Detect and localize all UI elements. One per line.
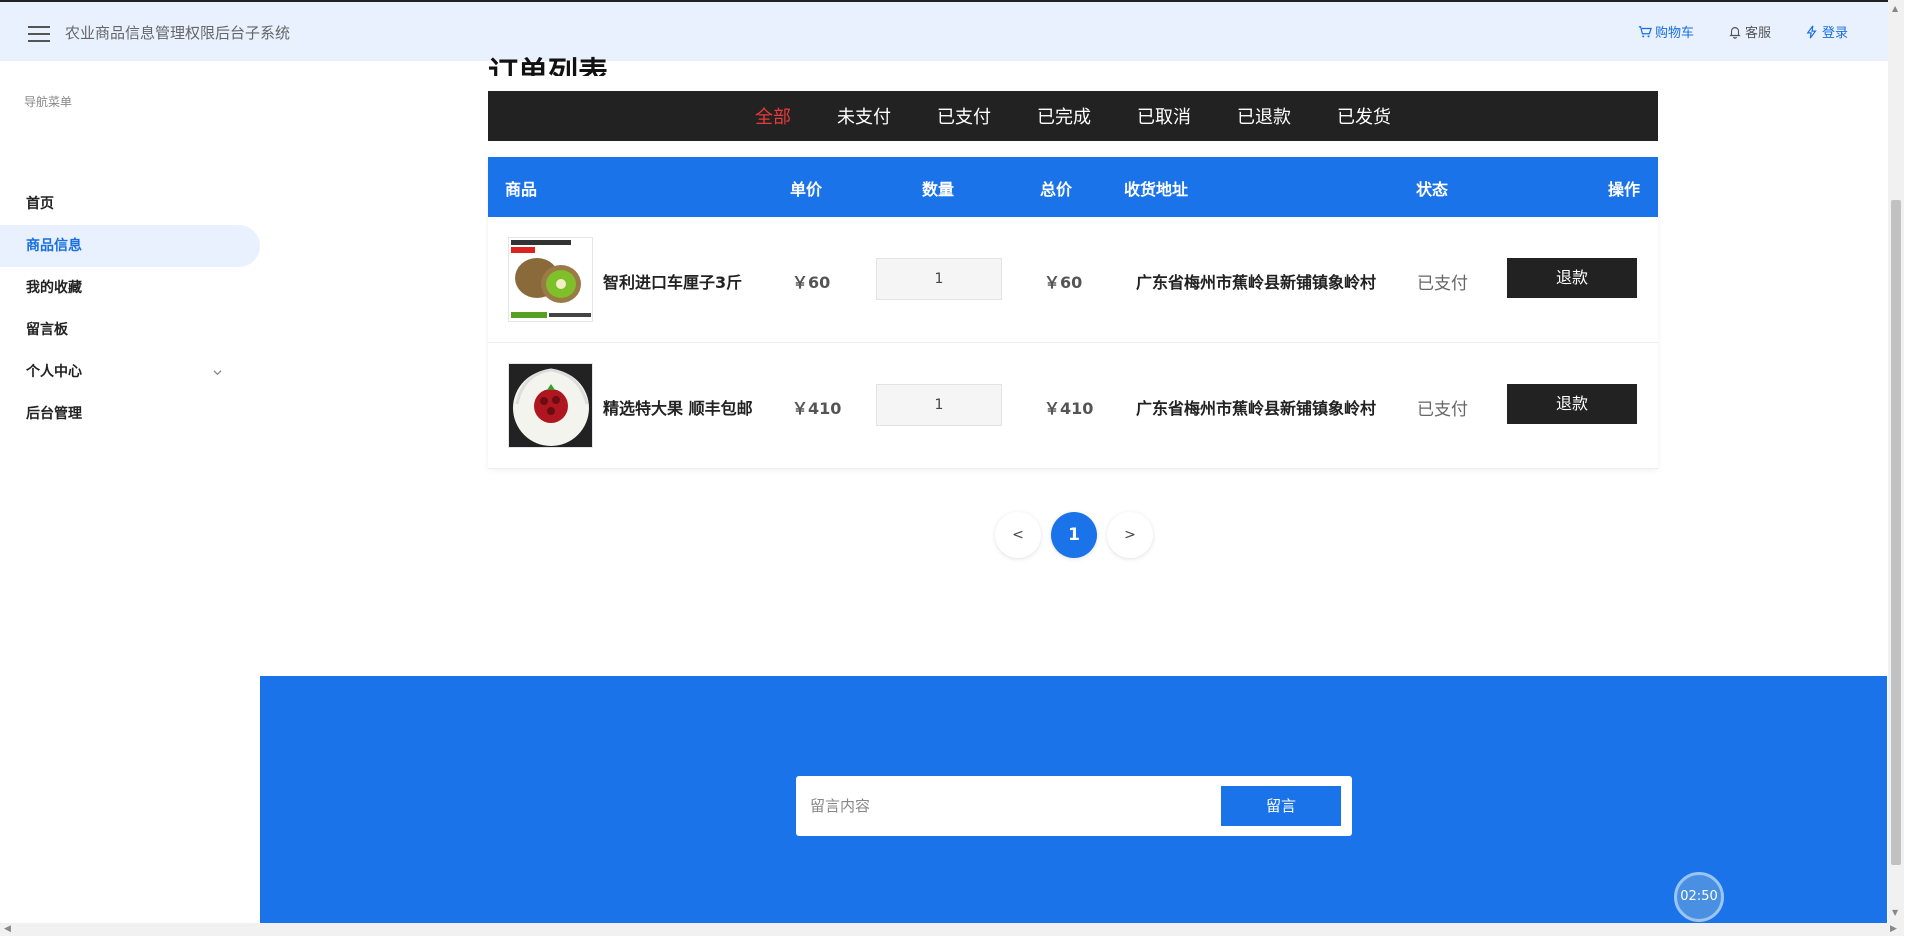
app-title: 农业商品信息管理权限后台子系统: [65, 24, 291, 42]
sidebar: 导航菜单 首页 商品信息 我的收藏 留言板 个人中心 后台管理: [0, 61, 260, 923]
quantity-field[interactable]: 1: [876, 384, 1002, 426]
total-price: ￥60: [1044, 273, 1083, 292]
header-links: 购物车 客服 登录: [1638, 22, 1848, 41]
next-page-button[interactable]: >: [1107, 512, 1153, 558]
top-header: 农业商品信息管理权限后台子系统 购物车 客服 登录: [0, 0, 1888, 61]
sidebar-item-favorites[interactable]: 我的收藏: [0, 267, 260, 309]
quantity-field[interactable]: 1: [876, 258, 1002, 300]
tab-completed[interactable]: 已完成: [1037, 103, 1091, 129]
customer-service-link[interactable]: 客服: [1728, 22, 1771, 41]
col-action: 操作: [1608, 180, 1641, 199]
sidebar-item-message-board[interactable]: 留言板: [0, 309, 260, 351]
order-status: 已支付: [1417, 274, 1468, 294]
cart-link[interactable]: 购物车: [1638, 22, 1694, 41]
refund-button[interactable]: 退款: [1507, 384, 1637, 424]
nav-list: 首页 商品信息 我的收藏 留言板 个人中心 后台管理: [0, 193, 260, 435]
table-header: 商品 单价 数量 总价 收货地址 状态 操作: [488, 157, 1658, 217]
col-unit-price: 单价: [790, 180, 823, 199]
col-quantity: 数量: [922, 180, 955, 199]
message-form: 留言: [796, 776, 1352, 836]
scrollbar-thumb[interactable]: [1891, 200, 1901, 865]
product-thumbnail[interactable]: [508, 363, 593, 448]
refund-button[interactable]: 退款: [1507, 258, 1637, 298]
page-title: 订单列表: [488, 56, 608, 76]
shipping-address: 广东省梅州市蕉岭县新铺镇象岭村: [1136, 399, 1377, 418]
nav-heading: 导航菜单: [24, 95, 73, 109]
pagination: < 1 >: [995, 512, 1153, 558]
tab-refunded[interactable]: 已退款: [1237, 103, 1291, 129]
scroll-down-arrow-icon[interactable]: ▼: [1892, 908, 1900, 917]
timer-badge: 02:50: [1674, 872, 1724, 922]
horizontal-scrollbar[interactable]: ◀ ▶: [0, 923, 1904, 936]
message-input[interactable]: [806, 786, 1221, 826]
scroll-left-arrow-icon[interactable]: ◀: [4, 924, 11, 934]
login-label: 登录: [1821, 26, 1848, 41]
sidebar-item-home[interactable]: 首页: [0, 183, 260, 225]
lightning-icon: [1806, 25, 1817, 38]
cart-icon: [1638, 25, 1652, 37]
shipping-address: 广东省梅州市蕉岭县新铺镇象岭村: [1136, 273, 1377, 292]
tab-all[interactable]: 全部: [755, 103, 791, 129]
unit-price: ￥410: [792, 399, 842, 418]
scroll-right-arrow-icon[interactable]: ▶: [1890, 924, 1897, 934]
sidebar-item-products[interactable]: 商品信息: [0, 225, 260, 267]
col-total: 总价: [1040, 180, 1073, 199]
table-row: 智利进口车厘子3斤 ￥60 1 ￥60 广东省梅州市蕉岭县新铺镇象岭村 已支付 …: [488, 217, 1658, 343]
product-thumbnail[interactable]: [508, 237, 593, 322]
bell-icon: [1729, 26, 1741, 39]
total-price: ￥410: [1044, 399, 1094, 418]
table-row: 精选特大果 顺丰包邮 ￥410 1 ￥410 广东省梅州市蕉岭县新铺镇象岭村 已…: [488, 343, 1658, 469]
order-status-tabs: 全部 未支付 已支付 已完成 已取消 已退款 已发货: [488, 91, 1658, 141]
page-number-button[interactable]: 1: [1051, 512, 1097, 558]
kiwi-image: [509, 238, 592, 321]
melon-image: [509, 364, 592, 447]
col-address: 收货地址: [1124, 180, 1189, 199]
login-link[interactable]: 登录: [1805, 22, 1848, 41]
col-product: 商品: [505, 180, 538, 199]
prev-page-button[interactable]: <: [995, 512, 1041, 558]
col-status: 状态: [1416, 180, 1449, 199]
scroll-up-arrow-icon[interactable]: ▲: [1892, 4, 1900, 13]
sidebar-item-admin[interactable]: 后台管理: [0, 393, 260, 435]
tab-shipped[interactable]: 已发货: [1337, 103, 1391, 129]
tab-paid[interactable]: 已支付: [937, 103, 991, 129]
hamburger-menu-icon[interactable]: [28, 26, 50, 42]
order-table: 商品 单价 数量 总价 收货地址 状态 操作 智利进口车厘子3斤 ￥60 1 ￥…: [488, 157, 1658, 469]
tab-cancelled[interactable]: 已取消: [1137, 103, 1191, 129]
customer-service-label: 客服: [1744, 26, 1771, 41]
sidebar-item-label: 个人中心: [26, 364, 82, 380]
chevron-down-icon: [213, 370, 222, 376]
sidebar-item-personal-center[interactable]: 个人中心: [0, 351, 260, 393]
footer: 留言: [260, 676, 1887, 923]
tab-unpaid[interactable]: 未支付: [837, 103, 891, 129]
order-status: 已支付: [1417, 400, 1468, 420]
cart-link-label: 购物车: [1654, 26, 1694, 41]
product-name[interactable]: 智利进口车厘子3斤: [603, 269, 742, 293]
vertical-scrollbar[interactable]: ▲ ▼: [1888, 0, 1904, 923]
unit-price: ￥60: [792, 273, 831, 292]
product-name[interactable]: 精选特大果 顺丰包邮: [603, 395, 753, 419]
message-submit-button[interactable]: 留言: [1221, 786, 1341, 826]
